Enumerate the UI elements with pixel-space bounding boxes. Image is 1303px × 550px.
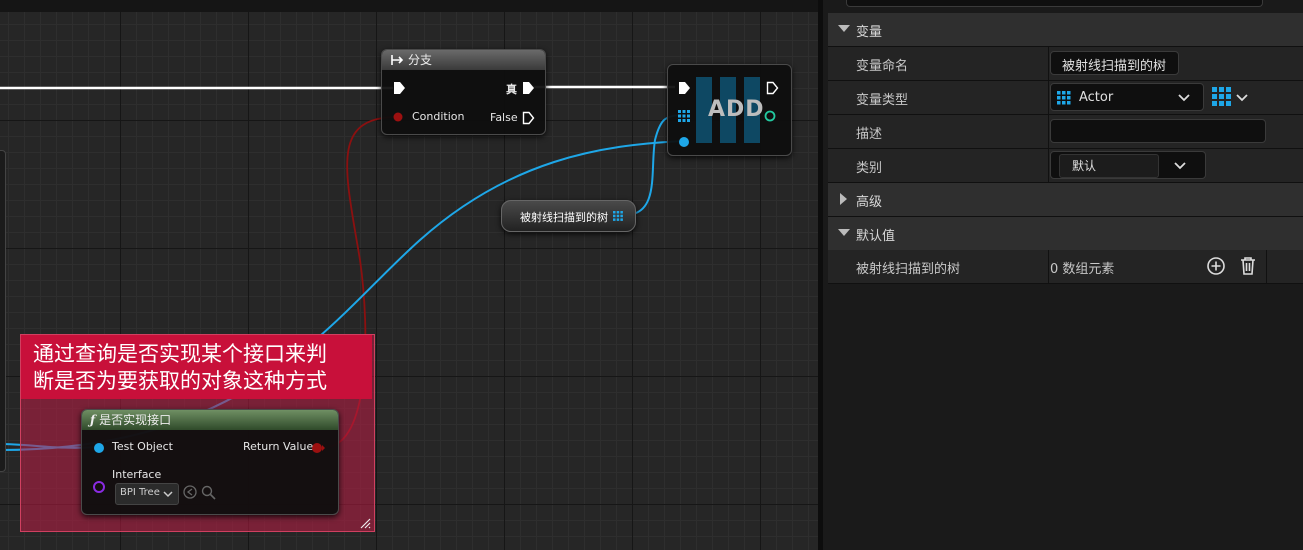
add-exec-in-pin[interactable]	[678, 81, 691, 95]
variable-type-select[interactable]: Actor	[1050, 83, 1204, 111]
array-container-icon	[1212, 87, 1231, 106]
container-type-select[interactable]	[1212, 87, 1252, 109]
condition-label: Condition	[412, 110, 465, 123]
target-array-pin[interactable]	[678, 110, 690, 122]
exec-true-pin[interactable]	[522, 81, 535, 95]
array-add-node[interactable]: ADD	[667, 64, 792, 156]
test-object-pin[interactable]	[94, 443, 104, 453]
add-node-label: ADD	[708, 97, 765, 122]
variable-name-input[interactable]: 被射线扫描到的树	[1050, 51, 1179, 75]
return-value-label: Return Value	[243, 440, 314, 453]
variable-get-label: 被射线扫描到的树	[520, 211, 608, 224]
comment-title[interactable]: 通过查询是否实现某个接口来判 断是否为要获取的对象这种方式	[21, 335, 372, 399]
variable-name-value: 被射线扫描到的树	[1062, 59, 1167, 74]
interface-label: Interface	[112, 468, 162, 481]
interface-pin[interactable]	[92, 480, 106, 494]
condition-pin[interactable]	[393, 112, 403, 122]
browse-search-icon[interactable]	[201, 485, 217, 501]
row-variable-type: 变量类型 Actor	[828, 81, 1303, 115]
variable-get-node[interactable]: 被射线扫描到的树	[501, 200, 636, 232]
collapse-arrow-icon	[838, 25, 850, 32]
panel-search-box-edge[interactable]	[846, 0, 1263, 7]
variable-array-pin[interactable]	[613, 211, 623, 221]
branch-icon	[391, 55, 404, 65]
row-variable-name: 变量命名 被射线扫描到的树	[828, 47, 1303, 81]
index-out-pin[interactable]	[764, 110, 776, 122]
trash-icon[interactable]	[1239, 256, 1257, 276]
variable-type-label: 变量类型	[856, 93, 909, 108]
section-advanced[interactable]: 高级	[828, 183, 1303, 217]
variable-name-label: 变量命名	[856, 59, 909, 74]
exec-false-pin[interactable]	[522, 111, 535, 125]
section-default-value[interactable]: 默认值	[828, 217, 1303, 251]
chevron-down-icon	[1178, 94, 1190, 102]
branch-node-title: 分支	[408, 53, 433, 67]
interface-select[interactable]: BPI Tree	[115, 483, 179, 505]
chevron-down-icon	[1236, 94, 1248, 102]
return-value-pin[interactable]	[311, 442, 327, 454]
column-divider-right	[1266, 250, 1267, 283]
chevron-down-icon	[1174, 162, 1186, 170]
row-description: 描述	[828, 115, 1303, 149]
test-object-label: Test Object	[112, 440, 173, 453]
function-icon: ƒ	[90, 413, 96, 427]
row-category: 类别 默认	[828, 149, 1303, 183]
blueprint-graph[interactable]: 分支 真 Condition False ADD 被射线扫描到的树 通过查询是否…	[0, 0, 818, 550]
description-input[interactable]	[1050, 119, 1266, 143]
interface-node-header: ƒ 是否实现接口	[82, 410, 338, 430]
column-divider	[1048, 149, 1049, 182]
section-variable[interactable]: 变量	[828, 13, 1303, 47]
interface-select-value: BPI Tree	[120, 487, 160, 498]
exec-in-pin[interactable]	[393, 81, 406, 95]
chevron-down-icon	[163, 491, 173, 498]
column-divider	[1048, 47, 1049, 80]
row-array-default: 被射线扫描到的树 0 数组元素	[828, 250, 1303, 284]
offscreen-node-edge	[0, 150, 6, 472]
use-selected-icon[interactable]	[183, 485, 199, 501]
details-panel: 变量 变量命名 被射线扫描到的树 变量类型 Actor 描述 类别 默认 高级 …	[818, 0, 1303, 550]
category-input[interactable]: 默认	[1059, 154, 1159, 178]
branch-node-header: 分支	[382, 50, 545, 70]
branch-node[interactable]: 分支 真 Condition False	[381, 49, 546, 135]
section-variable-label: 变量	[856, 25, 883, 40]
array-variable-label: 被射线扫描到的树	[856, 262, 961, 277]
category-value: 默认	[1072, 159, 1097, 173]
section-advanced-label: 高级	[856, 195, 883, 210]
category-label: 类别	[856, 161, 883, 176]
does-implement-interface-node[interactable]: ƒ 是否实现接口 Test Object Return Value Interf…	[81, 409, 339, 515]
column-divider	[1048, 81, 1049, 114]
add-exec-out-pin[interactable]	[766, 81, 779, 95]
comment-resize-handle[interactable]	[359, 517, 371, 529]
comment-line-2: 断是否为要获取的对象这种方式	[33, 369, 327, 393]
add-element-icon[interactable]	[1206, 256, 1226, 276]
object-type-grid-icon	[1057, 91, 1071, 105]
variable-type-value: Actor	[1079, 90, 1114, 105]
description-label: 描述	[856, 127, 883, 142]
interface-node-title: 是否实现接口	[99, 413, 172, 427]
column-divider	[1048, 250, 1049, 283]
column-divider	[1048, 115, 1049, 148]
expand-arrow-icon	[840, 193, 847, 205]
category-combo[interactable]: 默认	[1050, 151, 1206, 179]
array-element-count: 0 数组元素	[1050, 262, 1115, 277]
comment-line-1: 通过查询是否实现某个接口来判	[33, 342, 327, 366]
section-default-value-label: 默认值	[856, 229, 896, 244]
collapse-arrow-icon	[838, 229, 850, 236]
false-pin-label: False	[490, 111, 518, 124]
new-item-pin[interactable]	[679, 137, 689, 147]
panel-top-strip	[828, 0, 1303, 12]
true-pin-label: 真	[506, 83, 517, 96]
